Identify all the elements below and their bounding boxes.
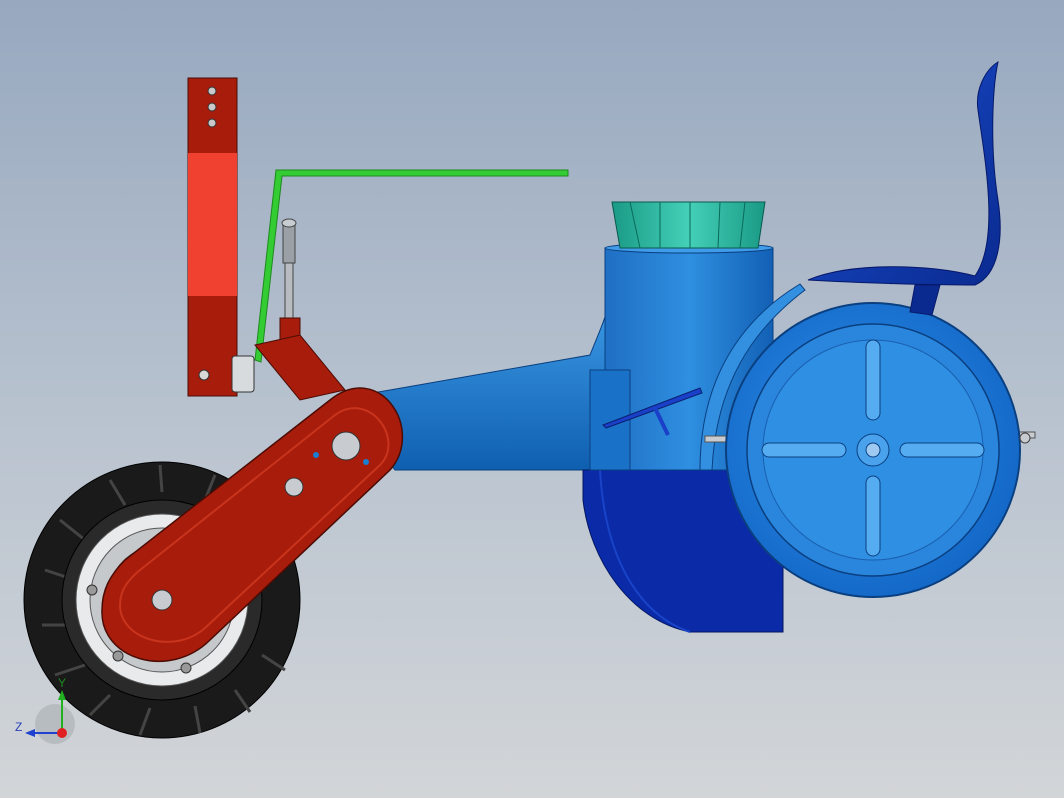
link-clevis[interactable] xyxy=(231,355,255,393)
cad-viewport[interactable]: Z Y xyxy=(0,0,1064,798)
planter-assembly-model[interactable] xyxy=(0,0,1064,798)
seat[interactable] xyxy=(807,60,1001,316)
hitch-rod[interactable] xyxy=(254,169,569,363)
metering-disc[interactable] xyxy=(725,302,1031,598)
mounting-bracket[interactable] xyxy=(187,77,238,397)
spring-shock[interactable] xyxy=(279,218,301,347)
z-axis-label: Z xyxy=(15,720,23,734)
y-axis-label: Y xyxy=(58,676,67,690)
hopper-lid[interactable] xyxy=(611,201,766,249)
